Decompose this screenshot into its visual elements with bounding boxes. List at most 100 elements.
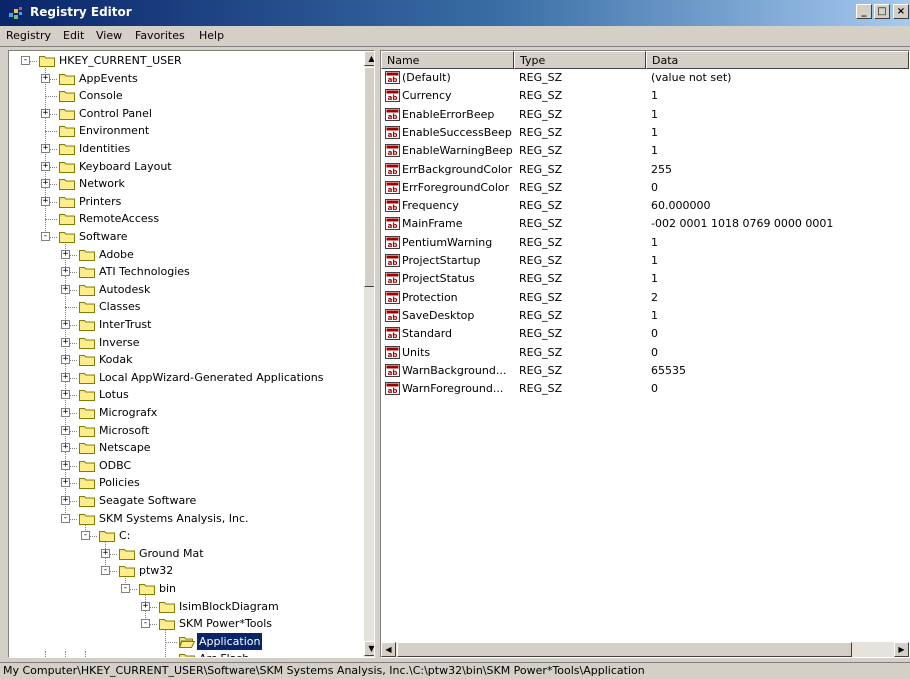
tree-node[interactable]: RemoteAccess [9,210,359,227]
expand-icon[interactable]: + [41,179,50,189]
values-list-pane[interactable]: Name Type Data ab (Default) REG_SZ (value n… [380,50,910,658]
tree-node[interactable]: Environment [9,122,359,139]
value-row[interactable]: ab EnableSuccessBeep REG_SZ 1 [381,124,909,142]
tree-node[interactable]: + IsimBlockDiagram [9,598,359,615]
expand-icon[interactable]: + [61,372,70,382]
tree-node[interactable]: + Network [9,175,359,192]
expand-icon[interactable]: + [41,108,50,118]
expand-icon[interactable]: + [61,460,70,470]
tree-node-label[interactable]: Software [77,228,130,245]
tree-node[interactable]: Console [9,87,359,104]
tree-node-label[interactable]: SKM Power*Tools [177,615,274,632]
key-tree-pane[interactable]: - HKEY_CURRENT_USER + AppEvents Console + Cont… [8,50,375,658]
tree-node-label[interactable]: HKEY_CURRENT_USER [57,52,184,69]
tree-node-label[interactable]: Microsoft [97,422,151,439]
expand-icon[interactable]: + [61,320,70,329]
tree-node[interactable]: - C: [9,527,359,544]
menu-favorites[interactable]: Favorites [135,29,185,42]
tree-node[interactable]: + Micrografx [9,404,359,421]
menu-registry[interactable]: Registry [6,29,51,42]
expand-icon[interactable]: + [41,73,50,83]
scrollbar-thumb[interactable] [364,67,374,287]
value-row[interactable]: ab Units REG_SZ 0 [381,344,909,362]
tree-node[interactable]: + Netscape [9,439,359,456]
tree-node[interactable]: Application [9,631,359,651]
close-button[interactable]: × [893,4,909,19]
tree-node-label[interactable]: RemoteAccess [77,210,161,227]
horizontal-scrollbar-thumb[interactable] [397,642,852,657]
tree-node[interactable]: + AppEvents [9,70,359,87]
tree-node[interactable]: + Inverse [9,334,359,351]
expand-icon[interactable]: + [61,425,70,435]
expand-icon[interactable]: + [61,249,70,259]
scroll-left-button[interactable]: ◀ [381,642,396,657]
tree-node-label[interactable]: Adobe [97,246,136,263]
tree-node-label[interactable]: Lotus [97,386,131,403]
tree-node[interactable]: - SKM Systems Analysis, Inc. [9,510,359,527]
tree-node[interactable]: - SKM Power*Tools [9,615,359,632]
maximize-button[interactable]: □ [874,4,890,19]
tree-node[interactable]: + ATI Technologies [9,263,359,280]
value-row[interactable]: ab WarnBackground... REG_SZ 65535 [381,362,909,380]
tree-node[interactable]: - bin [9,580,359,597]
tree-node[interactable]: + Microsoft [9,422,359,439]
tree-node-label[interactable]: Seagate Software [97,492,198,509]
expand-icon[interactable]: + [141,601,150,611]
tree-node[interactable]: + Autodesk [9,281,359,298]
tree-node[interactable]: + Lotus [9,386,359,403]
expand-icon[interactable]: + [61,284,70,294]
tree-node[interactable]: + Keyboard Layout [9,158,359,175]
tree-node-label[interactable]: Keyboard Layout [77,158,174,175]
expand-icon[interactable]: + [41,144,50,153]
tree-node-label[interactable]: Policies [97,474,142,491]
tree-node-label[interactable]: ODBC [97,457,133,474]
tree-node-label[interactable]: Ground Mat [137,545,206,562]
tree-node-label[interactable]: ptw32 [137,562,175,579]
tree-node-label[interactable]: IsimBlockDiagram [177,598,281,615]
menu-edit[interactable]: Edit [63,29,84,42]
tree-node-label[interactable]: Application [195,631,264,651]
tree-node[interactable]: + Identities [9,140,359,157]
expand-icon[interactable]: + [61,337,70,347]
collapse-icon[interactable]: - [21,56,30,65]
expand-icon[interactable]: + [61,408,70,417]
value-row[interactable]: ab Protection REG_SZ 2 [381,289,909,307]
value-row[interactable]: ab EnableWarningBeep REG_SZ 1 [381,142,909,160]
value-row[interactable]: ab ErrBackgroundColor REG_SZ 255 [381,161,909,179]
collapse-icon[interactable]: - [101,566,110,576]
tree-node-label[interactable]: Local AppWizard-Generated Applications [97,369,325,386]
value-row[interactable]: ab Frequency REG_SZ 60.000000 [381,197,909,215]
title-bar[interactable]: Registry Editor _ □ × [0,0,910,26]
tree-node-label[interactable]: Control Panel [77,105,154,122]
tree-node-label[interactable]: Arc Flash [197,650,251,657]
tree-node-label[interactable]: SKM Systems Analysis, Inc. [97,510,251,527]
tree-node-label[interactable]: Classes [97,298,142,315]
value-row[interactable]: ab EnableErrorBeep REG_SZ 1 [381,106,909,124]
value-row[interactable]: ab (Default) REG_SZ (value not set) [381,69,909,87]
tree-node-label[interactable]: Kodak [97,351,135,368]
tree-node-label[interactable]: Netscape [97,439,153,456]
column-header-type[interactable]: Type [514,51,646,69]
value-row[interactable]: ab PentiumWarning REG_SZ 1 [381,234,909,252]
column-header-data[interactable]: Data [646,51,909,69]
tree-node-label[interactable]: Environment [77,122,151,139]
tree-node-label[interactable]: AppEvents [77,70,140,87]
scroll-up-button[interactable]: ▲ [364,51,374,66]
expand-icon[interactable]: + [61,478,70,488]
value-row[interactable]: ab MainFrame REG_SZ -002 0001 1018 0769 000… [381,215,909,233]
tree-node[interactable]: + Seagate Software [9,492,359,509]
tree-vertical-scrollbar[interactable]: ▲ ▼ [364,51,374,657]
menu-help[interactable]: Help [199,29,224,42]
tree-node-label[interactable]: ATI Technologies [97,263,192,280]
tree-node[interactable]: + Control Panel [9,105,359,122]
menu-view[interactable]: View [96,29,122,42]
expand-icon[interactable]: + [41,196,50,206]
tree-node[interactable]: + Policies [9,474,359,491]
scroll-right-button[interactable]: ▶ [894,642,909,657]
value-row[interactable]: ab ProjectStatus REG_SZ 1 [381,270,909,288]
tree-node-label[interactable]: bin [157,580,178,597]
tree-node-label[interactable]: Micrografx [97,404,159,421]
tree-node[interactable]: Classes [9,298,359,315]
expand-icon[interactable]: + [61,496,70,505]
tree-node-label[interactable]: C: [117,527,132,544]
